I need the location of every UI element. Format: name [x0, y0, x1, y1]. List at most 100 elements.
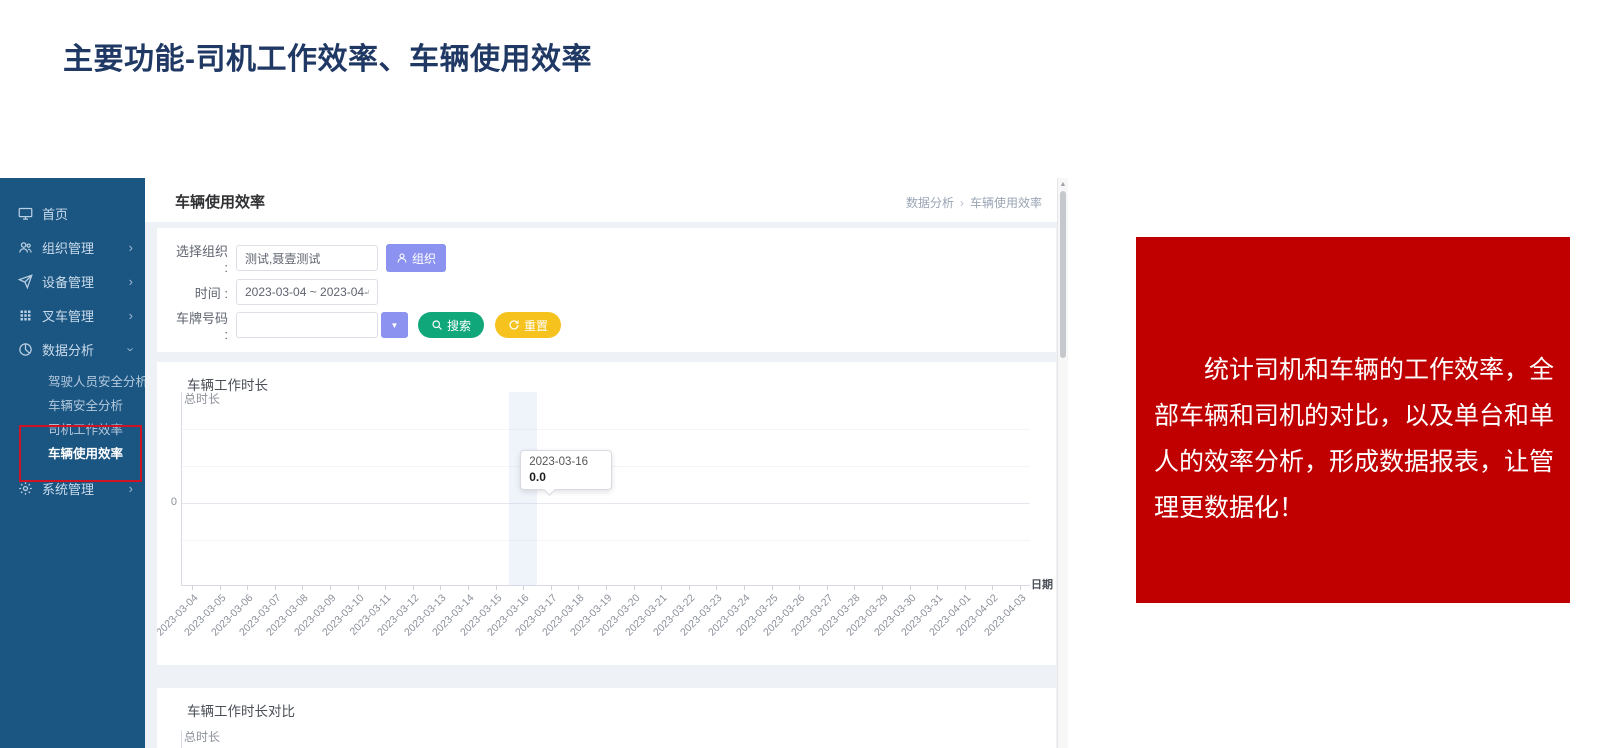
user-icon — [396, 252, 408, 264]
search-button[interactable]: 搜索 — [418, 312, 484, 338]
x-tick — [744, 586, 745, 590]
callout-text: 统计司机和车辆的工作效率，全部车辆和司机的对比，以及单台和单人的效率分析，形成数… — [1136, 237, 1570, 531]
breadcrumb-separator-icon: › — [960, 196, 964, 210]
chart2-title: 车辆工作时长对比 — [187, 700, 295, 720]
x-tick — [689, 586, 690, 590]
plate-label: 车牌号码 : — [170, 308, 228, 342]
y-tick-zero: 0 — [159, 496, 177, 508]
tooltip-arrow-icon — [543, 483, 556, 496]
time-range-input[interactable] — [236, 279, 378, 305]
chart2-y-axis-line — [181, 730, 182, 748]
main-content: 车辆使用效率 数据分析 › 车辆使用效率 选择组织 : 组织 时间 : — [145, 178, 1068, 748]
sidebar-item-forklift-management[interactable]: 叉车管理 › — [0, 302, 145, 328]
pie-chart-icon — [18, 342, 33, 357]
app-screenshot: 首页组织管理 › 设备管理 › 叉车管理 › 数据分析 › 驾驶人员安全分析车辆安全分析司机工作… — [0, 178, 1068, 748]
org-input[interactable] — [236, 245, 378, 271]
breadcrumb-current: 车辆使用效率 — [970, 196, 1042, 210]
reset-button[interactable]: 重置 — [495, 312, 561, 338]
x-tick — [468, 586, 469, 590]
sidebar-subitem-driver-safety-analysis[interactable]: 驾驶人员安全分析 — [0, 370, 145, 394]
org-button[interactable]: 组织 — [386, 244, 446, 272]
x-tick — [634, 586, 635, 590]
x-tick — [799, 586, 800, 590]
x-tick — [440, 586, 441, 590]
x-tick — [854, 586, 855, 590]
sidebar-item-device-management[interactable]: 设备管理 › — [0, 268, 145, 294]
content-topbar: 车辆使用效率 数据分析 › 车辆使用效率 — [145, 178, 1068, 222]
breadcrumb-parent[interactable]: 数据分析 — [906, 196, 954, 210]
slide: 主要功能-司机工作效率、车辆使用效率 首页组织管理›设备管理›叉车管理›数据分析… — [0, 0, 1598, 748]
chart-tooltip: 2023-03-16 0.0 — [520, 450, 612, 490]
plate-input[interactable] — [236, 312, 378, 338]
org-label: 选择组织 : — [170, 241, 228, 275]
chart2-y-axis-label: 总时长 — [184, 728, 220, 745]
filter-row-time: 时间 : — [157, 278, 1056, 306]
x-tick — [965, 586, 966, 590]
x-tick — [772, 586, 773, 590]
x-tick — [192, 586, 193, 590]
sidebar-item-label: 组织管理 — [42, 238, 94, 257]
sidebar-item-label: 设备管理 — [42, 272, 94, 291]
zero-gridline — [182, 503, 1030, 504]
x-tick — [606, 586, 607, 590]
sidebar-item-label: 叉车管理 — [42, 306, 94, 325]
scrollbar-up-arrow-icon[interactable]: ▲ — [1058, 181, 1068, 188]
x-tick — [413, 586, 414, 590]
gridline — [182, 429, 1030, 430]
refresh-icon — [508, 319, 520, 331]
sidebar-subitem-vehicle-safety-analysis[interactable]: 车辆安全分析 — [0, 394, 145, 418]
grid-icon — [18, 308, 33, 323]
sidebar-item-label: 数据分析 — [42, 340, 94, 359]
sidebar: 首页组织管理 › 设备管理 › 叉车管理 › 数据分析 › 驾驶人员安全分析车辆安全分析司机工作… — [0, 178, 145, 748]
sidebar-item-org-management[interactable]: 组织管理 › — [0, 234, 145, 260]
x-tick — [220, 586, 221, 590]
org-button-label: 组织 — [412, 250, 436, 267]
x-tick — [992, 586, 993, 590]
x-tick — [937, 586, 938, 590]
gridline — [182, 540, 1030, 541]
filter-panel: 选择组织 : 组织 时间 : 车牌号码 : ▼ — [157, 228, 1056, 352]
breadcrumb: 数据分析 › 车辆使用效率 — [906, 194, 1042, 211]
sidebar-item-data-analysis[interactable]: 数据分析 › — [0, 336, 145, 362]
x-tick — [523, 586, 524, 590]
x-tick — [330, 586, 331, 590]
sidebar-subitem-driver-work-efficiency[interactable]: 司机工作效率 — [0, 418, 145, 442]
tooltip-date: 2023-03-16 — [529, 456, 603, 468]
x-tick — [910, 586, 911, 590]
x-tick — [275, 586, 276, 590]
filter-row-plate: 车牌号码 : ▼ 搜索 重置 — [157, 311, 1056, 339]
organization-icon — [18, 240, 33, 255]
chevron-right-icon: › — [129, 275, 133, 288]
x-tick — [385, 586, 386, 590]
sidebar-item-home[interactable]: 首页 — [0, 200, 145, 226]
x-tick — [882, 586, 883, 590]
page-title: 主要功能-司机工作效率、车辆使用效率 — [63, 34, 592, 78]
search-icon — [431, 319, 443, 331]
scrollbar[interactable]: ▲ — [1057, 178, 1068, 748]
plate-dropdown-button[interactable]: ▼ — [381, 312, 408, 338]
search-button-label: 搜索 — [447, 317, 471, 334]
x-tick — [247, 586, 248, 590]
x-tick — [578, 586, 579, 590]
x-axis-title: 日期 — [1031, 576, 1053, 592]
chart-card-vehicle-work-hours-compare: 车辆工作时长对比 总时长 — [157, 688, 1056, 748]
y-axis-label: 总时长 — [184, 390, 220, 407]
caret-down-icon: ▼ — [391, 321, 399, 330]
rocket-icon — [18, 274, 33, 289]
sidebar-item-system-management[interactable]: 系统管理› — [0, 475, 145, 501]
x-tick — [551, 586, 552, 590]
content-page-title: 车辆使用效率 — [175, 191, 265, 212]
x-tick — [496, 586, 497, 590]
chevron-down-icon: › — [124, 347, 137, 351]
filter-row-org: 选择组织 : 组织 — [157, 244, 1056, 272]
scrollbar-thumb[interactable] — [1060, 191, 1066, 358]
chevron-right-icon: › — [129, 482, 133, 495]
sidebar-subitem-vehicle-usage-efficiency[interactable]: 车辆使用效率 — [0, 442, 145, 466]
time-label: 时间 : — [170, 283, 228, 302]
chevron-right-icon: › — [129, 309, 133, 322]
x-tick — [827, 586, 828, 590]
x-tick — [358, 586, 359, 590]
y-axis-line — [181, 392, 182, 585]
chart-card-vehicle-work-hours: 车辆工作时长 总时长 0 2023-03-16 0.0 — [157, 362, 1056, 665]
chevron-right-icon: › — [129, 241, 133, 254]
